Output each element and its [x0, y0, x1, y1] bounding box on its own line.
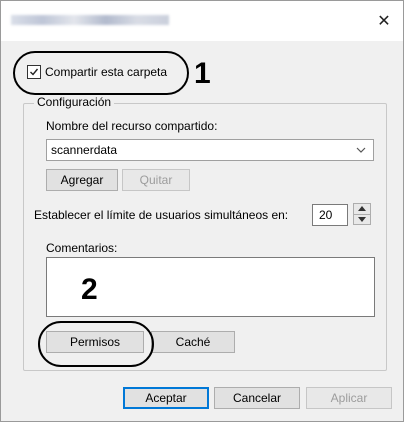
share-folder-checkbox[interactable]: Compartir esta carpeta	[27, 65, 167, 79]
spin-up-arrow-icon[interactable]	[354, 204, 370, 214]
title-bar: ✕	[1, 1, 403, 41]
cache-button[interactable]: Caché	[151, 331, 235, 353]
advanced-sharing-dialog: ✕ Compartir esta carpeta 1 Configuración…	[0, 0, 404, 422]
comments-label: Comentarios:	[46, 241, 118, 255]
ok-button[interactable]: Aceptar	[123, 387, 209, 409]
user-limit-input[interactable]: 20	[312, 204, 348, 226]
add-button[interactable]: Agregar	[46, 169, 118, 191]
chevron-down-icon	[356, 147, 366, 153]
close-icon: ✕	[377, 13, 391, 30]
permissions-button[interactable]: Permisos	[46, 331, 144, 353]
close-button[interactable]: ✕	[371, 9, 397, 33]
callout-number-2: 2	[81, 273, 98, 306]
share-name-combobox[interactable]: scannerdata	[46, 139, 374, 161]
share-folder-label: Compartir esta carpeta	[45, 65, 168, 79]
check-icon	[30, 68, 39, 76]
share-name-label: Nombre del recurso compartido:	[46, 119, 218, 133]
share-name-value: scannerdata	[51, 143, 118, 157]
user-limit-spinner[interactable]	[353, 203, 371, 225]
blurred-window-title	[11, 15, 169, 25]
spin-down-arrow-icon[interactable]	[354, 213, 370, 225]
checkbox-box[interactable]	[27, 65, 41, 79]
configuration-group-label: Configuración	[34, 95, 115, 109]
user-limit-label: Establecer el límite de usuarios simultá…	[34, 208, 289, 222]
apply-button[interactable]: Aplicar	[306, 387, 392, 409]
callout-number-1: 1	[194, 57, 211, 90]
remove-button[interactable]: Quitar	[122, 169, 190, 191]
cancel-button[interactable]: Cancelar	[214, 387, 300, 409]
